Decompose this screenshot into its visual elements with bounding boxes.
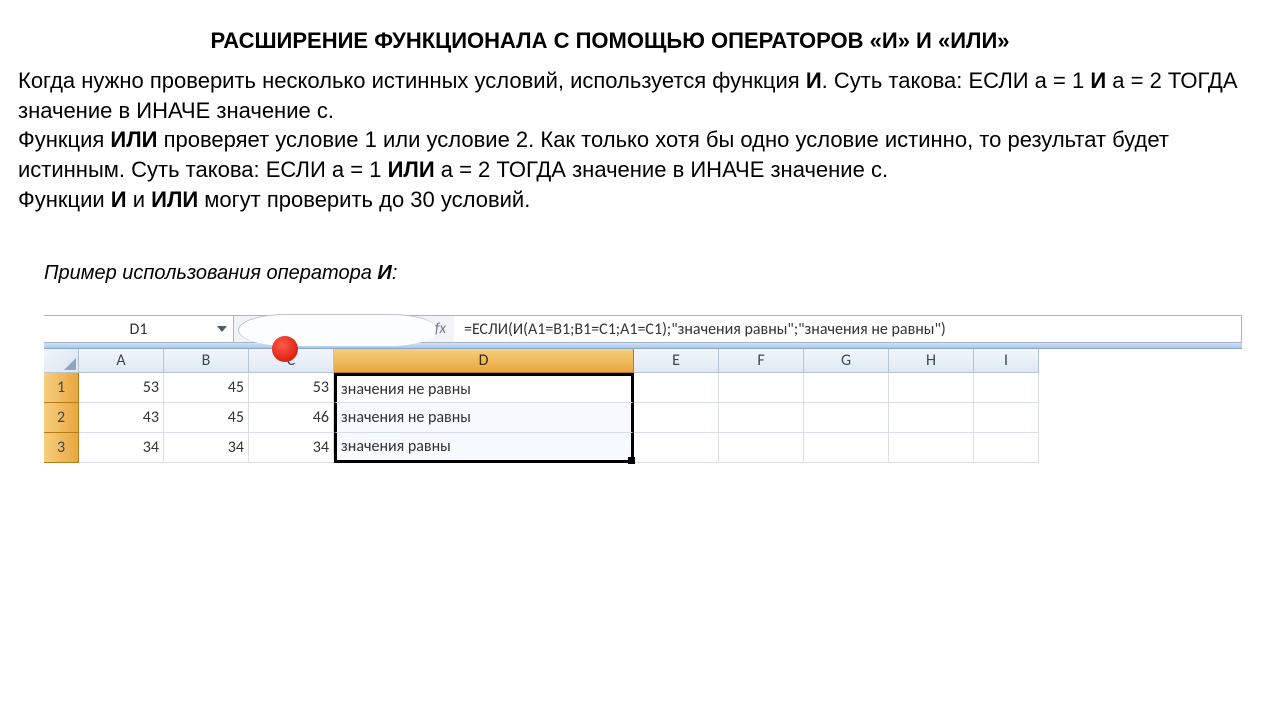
cell-C1[interactable]: 53 xyxy=(249,373,334,403)
cell-B1[interactable]: 45 xyxy=(164,373,249,403)
cell-I3[interactable] xyxy=(974,433,1039,463)
row-header-3[interactable]: 3 xyxy=(44,433,79,463)
row-header-1[interactable]: 1 xyxy=(44,373,79,403)
page-title: РАСШИРЕНИЕ ФУНКЦИОНАЛА С ПОМОЩЬЮ ОПЕРАТО… xyxy=(170,28,1050,54)
select-all-corner[interactable] xyxy=(44,349,79,373)
p3c: и xyxy=(127,187,152,212)
fx-arc-decoration xyxy=(238,314,438,346)
body-paragraphs: Когда нужно проверить несколько истинных… xyxy=(18,66,1248,214)
cell-F2[interactable] xyxy=(719,403,804,433)
cell-F1[interactable] xyxy=(719,373,804,403)
excel-screenshot: D1 fx =ЕСЛИ(И(A1=B1;B1=C1;A1=C1);"значен… xyxy=(44,315,1242,463)
p2b: ИЛИ xyxy=(110,127,157,152)
cell-D3-value: значения равны xyxy=(341,437,451,456)
col-header-G[interactable]: G xyxy=(804,349,889,373)
cell-H1[interactable] xyxy=(889,373,974,403)
cell-H3[interactable] xyxy=(889,433,974,463)
col-header-H[interactable]: H xyxy=(889,349,974,373)
example-caption: Пример использования оператора И: xyxy=(44,262,1270,285)
cell-I1[interactable] xyxy=(974,373,1039,403)
p1a: Когда нужно проверить несколько истинных… xyxy=(18,68,806,93)
p2d: ИЛИ xyxy=(388,157,435,182)
formula-bar: D1 fx =ЕСЛИ(И(A1=B1;B1=C1;A1=C1);"значен… xyxy=(44,315,1242,343)
fx-button-area: fx xyxy=(234,316,454,342)
p3b: И xyxy=(111,187,127,212)
cell-D1[interactable]: значения не равны xyxy=(334,373,634,403)
cell-A3[interactable]: 34 xyxy=(79,433,164,463)
cell-F3[interactable] xyxy=(719,433,804,463)
cell-E2[interactable] xyxy=(634,403,719,433)
name-box-value: D1 xyxy=(130,320,148,339)
cell-A2[interactable]: 43 xyxy=(79,403,164,433)
row-header-2[interactable]: 2 xyxy=(44,403,79,433)
cell-E3[interactable] xyxy=(634,433,719,463)
cell-G1[interactable] xyxy=(804,373,889,403)
name-box-dropdown-icon[interactable] xyxy=(217,326,227,332)
p1c: . Суть такова: ЕСЛИ а = 1 xyxy=(822,68,1091,93)
cell-G2[interactable] xyxy=(804,403,889,433)
formula-input[interactable]: =ЕСЛИ(И(A1=B1;B1=C1;A1=C1);"значения рав… xyxy=(454,316,1241,342)
cell-A1[interactable]: 53 xyxy=(79,373,164,403)
col-header-B[interactable]: B xyxy=(164,349,249,373)
cell-G3[interactable] xyxy=(804,433,889,463)
p3e: могут проверить до 30 условий. xyxy=(198,187,530,212)
p3a: Функции xyxy=(18,187,111,212)
p2e: а = 2 ТОГДА значение в ИНАЧЕ значение с. xyxy=(435,157,888,182)
p1d: И xyxy=(1090,68,1106,93)
col-header-F[interactable]: F xyxy=(719,349,804,373)
name-box[interactable]: D1 xyxy=(44,316,234,342)
p2a: Функция xyxy=(18,127,110,152)
caption-op: И xyxy=(377,262,391,284)
col-header-E[interactable]: E xyxy=(634,349,719,373)
fill-handle-icon[interactable] xyxy=(628,457,635,464)
cell-C2[interactable]: 46 xyxy=(249,403,334,433)
caption-pre: Пример использования оператора xyxy=(44,262,377,284)
p1b: И xyxy=(806,68,822,93)
col-header-D[interactable]: D xyxy=(334,349,634,373)
fx-icon[interactable]: fx xyxy=(435,320,446,338)
caption-post: : xyxy=(392,262,398,284)
cell-C3[interactable]: 34 xyxy=(249,433,334,463)
cell-H2[interactable] xyxy=(889,403,974,433)
formula-text: =ЕСЛИ(И(A1=B1;B1=C1;A1=C1);"значения рав… xyxy=(464,320,946,339)
cell-B3[interactable]: 34 xyxy=(164,433,249,463)
col-header-A[interactable]: A xyxy=(79,349,164,373)
cell-D3[interactable]: значения равны xyxy=(334,433,634,463)
cell-I2[interactable] xyxy=(974,403,1039,433)
cell-D2[interactable]: значения не равны xyxy=(334,403,634,433)
col-header-I[interactable]: I xyxy=(974,349,1039,373)
cell-E1[interactable] xyxy=(634,373,719,403)
spreadsheet-grid: A B C D E F G H I 1 53 45 53 значения не… xyxy=(44,349,1242,463)
cell-B2[interactable]: 45 xyxy=(164,403,249,433)
p3d: ИЛИ xyxy=(151,187,198,212)
